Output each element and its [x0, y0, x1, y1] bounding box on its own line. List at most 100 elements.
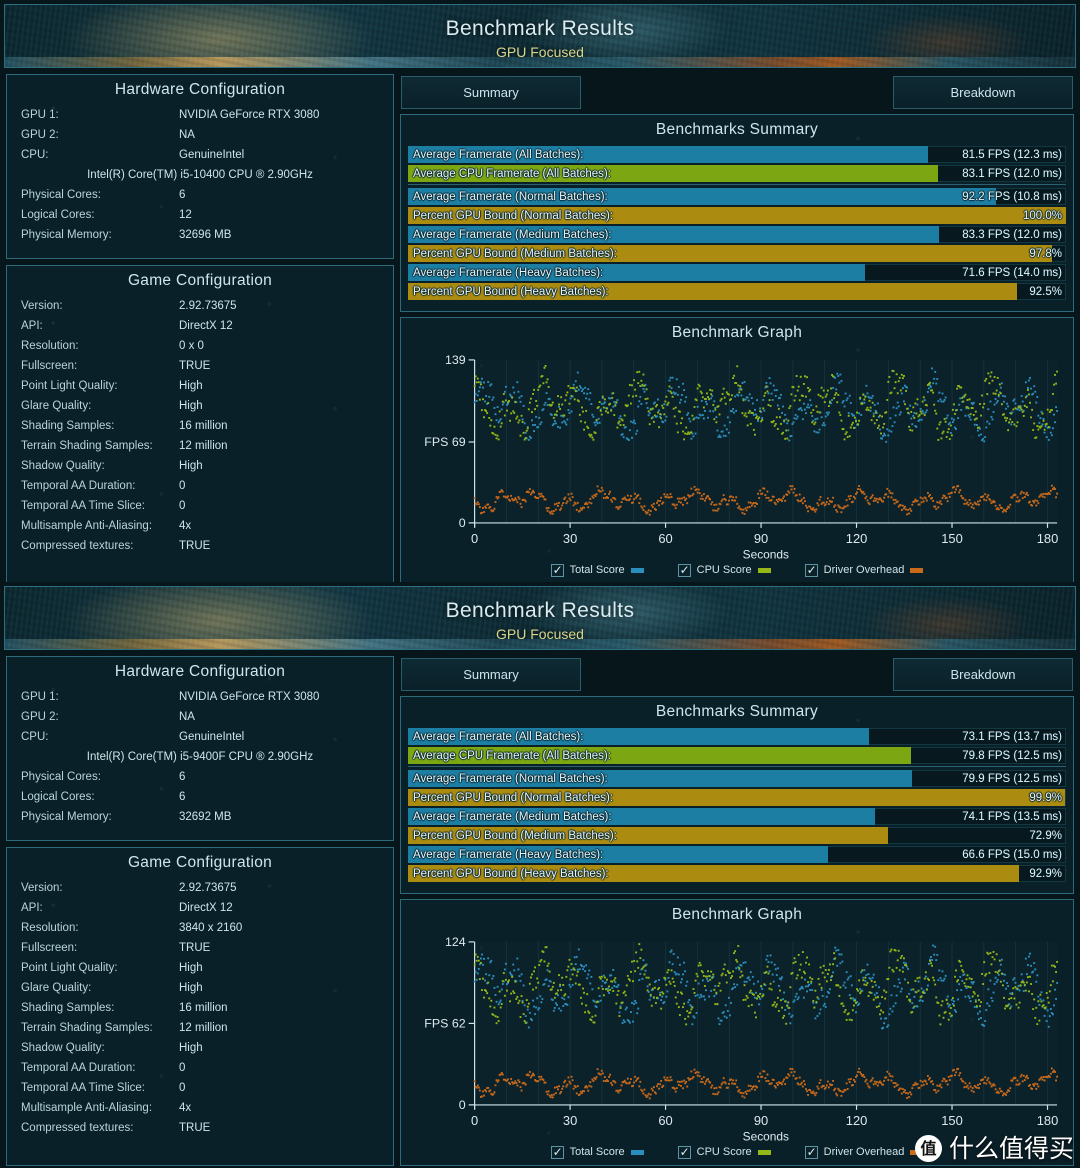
spec-row: Temporal AA Time Slice: 0: [7, 496, 393, 516]
spec-key: GPU 1:: [21, 691, 59, 703]
legend-swatch-cpu-score: [757, 567, 771, 573]
svg-text:90: 90: [754, 1113, 768, 1128]
spec-key: Physical Cores:: [21, 771, 101, 783]
game-configuration-title: Game Configuration: [127, 854, 273, 871]
summary-bar-row: Percent GPU Bound (Medium Batches): 97.8%: [408, 245, 1066, 262]
checkbox-total-score[interactable]: [550, 1145, 564, 1159]
bar-value: 83.1 FPS (12.0 ms): [962, 167, 1062, 180]
bar-value: 74.1 FPS (13.5 ms): [962, 810, 1062, 823]
bar-value: 66.6 FPS (15.0 ms): [962, 848, 1062, 861]
tab-breakdown[interactable]: Breakdown: [893, 658, 1073, 691]
spec-value: TRUE: [179, 1122, 211, 1134]
spec-key: Version:: [21, 300, 63, 312]
summary-bars: Average Framerate (All Batches): 81.5 FPS…: [401, 143, 1073, 306]
hardware-configuration-card: Hardware Configuration GPU 1: NVIDIA GeFo…: [6, 656, 394, 841]
spec-value: TRUE: [179, 540, 211, 552]
spec-key: Shading Samples:: [21, 420, 115, 432]
spec-value: High: [179, 380, 203, 392]
spec-row: GPU 2: NA: [7, 125, 393, 145]
bar-label: Average Framerate (Medium Batches):: [413, 228, 612, 241]
legend-item-cpu-score[interactable]: CPU Score: [677, 563, 771, 577]
legend-item-total-score[interactable]: Total Score: [550, 1145, 644, 1159]
spec-row: Temporal AA Time Slice: 0: [7, 1078, 393, 1098]
benchmarks-summary-card: Benchmarks Summary Average Framerate (Al…: [400, 114, 1074, 312]
game-configuration-card: Game Configuration Version: 2.92.73675 AP…: [6, 847, 394, 1166]
hardware-spec-list: GPU 1: NVIDIA GeForce RTX 3080 GPU 2: NA C…: [7, 103, 393, 251]
spec-value: TRUE: [179, 942, 211, 954]
svg-text:0: 0: [459, 1098, 466, 1112]
spec-value: 4x: [179, 520, 192, 532]
spec-key: Point Light Quality:: [21, 962, 118, 974]
summary-bar-row: Average CPU Framerate (All Batches): 83.1…: [408, 165, 1066, 182]
benchmark-graph-title: Benchmark Graph: [671, 324, 803, 341]
svg-text:Seconds: Seconds: [743, 1130, 789, 1142]
spec-value: TRUE: [179, 360, 211, 372]
bar-value: 92.9%: [1029, 867, 1062, 880]
spec-key: Shadow Quality:: [21, 460, 105, 472]
spec-row: Point Light Quality: High: [7, 958, 393, 978]
tab-summary[interactable]: Summary: [401, 658, 581, 691]
summary-bar-row: Percent GPU Bound (Medium Batches): 72.9%: [408, 827, 1066, 844]
spec-key: Physical Cores:: [21, 189, 101, 201]
summary-bar-row: Percent GPU Bound (Heavy Batches): 92.9%: [408, 865, 1066, 882]
summary-bar-row: Percent GPU Bound (Normal Batches): 100.0…: [408, 207, 1066, 224]
spec-value: NA: [179, 711, 195, 723]
summary-bar-row: Average Framerate (Heavy Batches): 71.6 F…: [408, 264, 1066, 281]
checkbox-cpu-score[interactable]: [677, 1145, 691, 1159]
spec-row: Resolution: 0 x 0: [7, 336, 393, 356]
game-spec-list: Version: 2.92.73675 API: DirectX 12 Resolu…: [7, 294, 393, 562]
bar-group-divider: [408, 766, 1066, 767]
spec-row: Physical Cores: 6: [7, 185, 393, 205]
spec-value: 6: [179, 791, 186, 803]
spec-row: Physical Memory: 32696 MB: [7, 225, 393, 245]
bar-label: Average Framerate (Heavy Batches):: [413, 266, 604, 279]
svg-text:139: 139: [445, 353, 466, 367]
spec-value: 4x: [179, 1102, 192, 1114]
summary-bar-row: Average Framerate (Medium Batches): 74.1 …: [408, 808, 1066, 825]
checkbox-driver-overhead[interactable]: [804, 563, 818, 577]
legend-item-driver-overhead[interactable]: Driver Overhead: [804, 563, 924, 577]
svg-text:150: 150: [941, 531, 963, 546]
legend-item-driver-overhead[interactable]: Driver Overhead: [804, 1145, 924, 1159]
benchmarks-summary-card: Benchmarks Summary Average Framerate (Al…: [400, 696, 1074, 894]
checkbox-cpu-score[interactable]: [677, 563, 691, 577]
tab-summary[interactable]: Summary: [401, 76, 581, 109]
legend-item-total-score[interactable]: Total Score: [550, 563, 644, 577]
spec-value: High: [179, 962, 203, 974]
spec-row: Multisample Anti-Aliasing: 4x: [7, 516, 393, 536]
legend-label: Driver Overhead: [823, 1146, 905, 1159]
legend-item-cpu-score[interactable]: CPU Score: [677, 1145, 771, 1159]
benchmarks-summary-title: Benchmarks Summary: [655, 121, 819, 138]
spec-key: Resolution:: [21, 340, 79, 352]
page-subtitle: GPU Focused: [496, 626, 584, 642]
svg-text:90: 90: [754, 531, 768, 546]
bar-value: 97.8%: [1029, 247, 1062, 260]
checkbox-driver-overhead[interactable]: [804, 1145, 818, 1159]
game-configuration-title: Game Configuration: [127, 272, 273, 289]
spec-value: High: [179, 400, 203, 412]
graph-plot-area: 139 FPS 69 0 0 30 60 90 120 150 180 Seconds: [401, 346, 1073, 562]
spec-row: Physical Memory: 32692 MB: [7, 807, 393, 827]
bar-value: 92.2 FPS (10.8 ms): [962, 190, 1062, 203]
summary-bars: Average Framerate (All Batches): 73.1 FPS…: [401, 725, 1073, 888]
spec-value: 12 million: [179, 1022, 228, 1034]
spec-value: 0: [179, 500, 186, 512]
bar-label: Average Framerate (All Batches):: [413, 148, 584, 161]
benchmark-panel-bottom: Benchmark Results GPU Focused Hardware C…: [0, 582, 1080, 1168]
panel-banner: Benchmark Results GPU Focused: [4, 4, 1076, 68]
bar-label: Average Framerate (All Batches):: [413, 730, 584, 743]
bar-label: Average Framerate (Medium Batches):: [413, 810, 612, 823]
spec-value: DirectX 12: [179, 320, 233, 332]
bar-value: 72.9%: [1029, 829, 1062, 842]
summary-bar-row: Average Framerate (All Batches): 73.1 FPS…: [408, 728, 1066, 745]
tab-breakdown[interactable]: Breakdown: [893, 76, 1073, 109]
spec-key: Multisample Anti-Aliasing:: [21, 1102, 153, 1114]
spec-value: GenuineIntel: [179, 731, 245, 743]
spec-row: API: DirectX 12: [7, 316, 393, 336]
spec-value: 32696 MB: [179, 229, 232, 241]
spec-key: Shading Samples:: [21, 1002, 115, 1014]
checkbox-total-score[interactable]: [550, 563, 564, 577]
summary-bar-row: Average Framerate (Normal Batches): 92.2 …: [408, 188, 1066, 205]
spec-row: GPU 2: NA: [7, 707, 393, 727]
spec-row: CPU: GenuineIntel: [7, 145, 393, 165]
